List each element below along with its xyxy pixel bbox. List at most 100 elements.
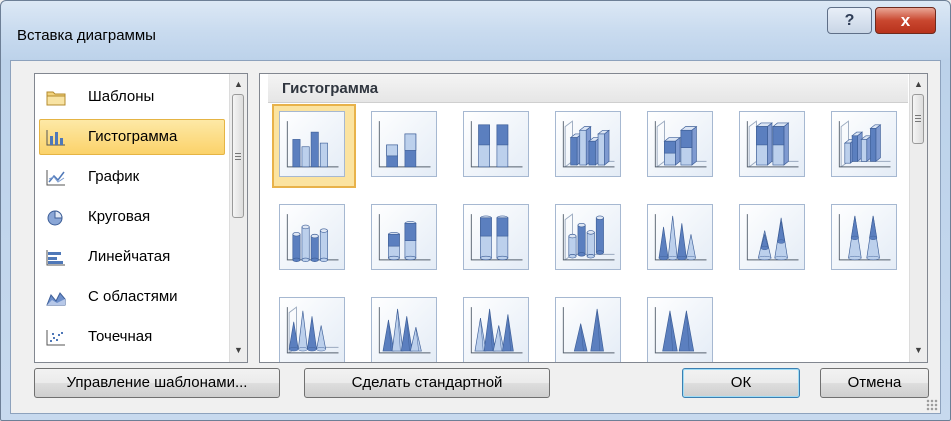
stacked-cone-icon xyxy=(739,204,805,270)
chart-type-thumbnail[interactable] xyxy=(548,290,632,362)
100-stacked-cone-icon xyxy=(831,204,897,270)
chart-gallery[interactable]: Гистограмма ▲ ▼ xyxy=(259,73,928,363)
thumbnail-graphic xyxy=(470,214,523,261)
category-label: Гистограмма xyxy=(88,128,178,145)
chart-type-thumbnail[interactable] xyxy=(640,104,724,188)
stacked-cylinder-icon xyxy=(371,204,437,270)
category-templates[interactable]: Шаблоны xyxy=(39,79,225,115)
category-label: С областями xyxy=(88,288,178,305)
category-pie[interactable]: Круговая xyxy=(39,199,225,235)
clustered-pyramid-icon xyxy=(371,297,437,362)
scatter-chart-icon xyxy=(46,330,65,346)
category-line[interactable]: График xyxy=(39,159,225,195)
thumbnail-graphic xyxy=(378,121,431,168)
gallery-scrollbar[interactable]: ▲ ▼ xyxy=(909,74,927,362)
chart-type-thumbnail[interactable] xyxy=(640,290,724,362)
3d-stacked-column-icon xyxy=(647,111,713,177)
category-label: Линейчатая xyxy=(88,248,171,265)
set-default-button[interactable]: Сделать стандартной xyxy=(304,368,550,398)
help-button[interactable]: ? xyxy=(827,7,872,34)
thumbnail-graphic xyxy=(286,121,339,168)
column-chart-icon xyxy=(46,130,65,146)
chart-type-thumbnail[interactable] xyxy=(272,290,356,362)
category-label: Круговая xyxy=(88,208,151,225)
thumbnail-graphic xyxy=(470,121,523,168)
ok-button[interactable]: ОК xyxy=(682,368,800,398)
3d-pyramid-icon xyxy=(647,297,713,362)
help-icon: ? xyxy=(844,12,855,29)
3d-cylinder-icon xyxy=(555,204,621,270)
thumbnail-graphic xyxy=(562,213,615,261)
grip-icon xyxy=(235,153,241,160)
3d-column-icon xyxy=(831,111,897,177)
manage-templates-button[interactable]: Управление шаблонами... xyxy=(34,368,280,398)
3d-100-stacked-column-icon xyxy=(739,111,805,177)
100-stacked-column-icon xyxy=(463,111,529,177)
100-stacked-cylinder-icon xyxy=(463,204,529,270)
cancel-button[interactable]: Отмена xyxy=(820,368,929,398)
category-column[interactable]: Гистограмма xyxy=(39,119,225,155)
chart-category-list[interactable]: Шаблоны Гистограмма График Круговая Лине… xyxy=(34,73,248,363)
chart-type-thumbnail[interactable] xyxy=(272,104,356,188)
line-chart-icon xyxy=(46,170,65,186)
stacked-column-icon xyxy=(371,111,437,177)
thumbnail-graphic xyxy=(838,214,891,261)
thumbnail-graphic xyxy=(838,120,891,168)
chart-type-thumbnail[interactable] xyxy=(456,197,540,281)
clustered-column-icon xyxy=(279,111,345,177)
category-bar[interactable]: Линейчатая xyxy=(39,239,225,275)
chart-type-thumbnail[interactable] xyxy=(732,197,816,281)
scroll-down-arrow-icon[interactable]: ▼ xyxy=(910,342,927,359)
scroll-thumb[interactable] xyxy=(232,94,244,218)
thumbnail-graphic xyxy=(378,214,431,261)
clustered-cylinder-icon xyxy=(279,204,345,270)
scroll-thumb[interactable] xyxy=(912,94,924,144)
chart-type-thumbnail[interactable] xyxy=(364,104,448,188)
chart-type-thumbnail[interactable] xyxy=(824,104,908,188)
close-button[interactable]: x xyxy=(875,7,936,34)
chart-type-thumbnail[interactable] xyxy=(364,197,448,281)
chart-type-thumbnail[interactable] xyxy=(456,290,540,362)
clustered-cone-icon xyxy=(647,204,713,270)
chart-type-thumbnail[interactable] xyxy=(824,197,908,281)
insert-chart-dialog: Вставка диаграммы ? x Шаблоны Гистограмм… xyxy=(0,0,951,421)
3d-cone-icon xyxy=(279,297,345,362)
bar-chart-icon xyxy=(46,250,65,266)
thumbnail-graphic xyxy=(746,214,799,261)
thumbnail-graphic xyxy=(378,307,431,354)
thumbnail-graphic xyxy=(470,307,523,354)
100-stacked-pyramid-icon xyxy=(555,297,621,362)
chart-type-thumbnail[interactable] xyxy=(456,104,540,188)
gallery-section-header: Гистограмма xyxy=(268,74,908,103)
title-bar[interactable]: Вставка диаграммы ? x xyxy=(1,1,950,61)
chart-type-thumbnail[interactable] xyxy=(732,104,816,188)
scroll-up-arrow-icon[interactable]: ▲ xyxy=(910,76,927,93)
thumbnail-graphic xyxy=(286,306,339,354)
category-label: Точечная xyxy=(88,328,153,345)
scroll-up-arrow-icon[interactable]: ▲ xyxy=(230,76,247,93)
section-title: Гистограмма xyxy=(282,80,379,97)
category-scatter[interactable]: Точечная xyxy=(39,319,225,355)
thumbnail-graphic xyxy=(562,307,615,354)
category-label: Шаблоны xyxy=(88,88,155,105)
thumbnail-graphic xyxy=(654,214,707,261)
thumbnail-graphic xyxy=(562,120,615,168)
chart-type-thumbnail[interactable] xyxy=(548,197,632,281)
close-icon: x xyxy=(900,11,911,30)
category-label: График xyxy=(88,168,140,185)
pie-chart-icon xyxy=(47,210,63,226)
category-scrollbar[interactable]: ▲ ▼ xyxy=(229,74,247,362)
dialog-title: Вставка диаграммы xyxy=(17,27,156,44)
thumbnail-graphic xyxy=(286,214,339,263)
stacked-pyramid-icon xyxy=(463,297,529,362)
folder-icon xyxy=(46,91,66,106)
chart-type-thumbnail[interactable] xyxy=(364,290,448,362)
category-area[interactable]: С областями xyxy=(39,279,225,315)
chart-type-thumbnail[interactable] xyxy=(548,104,632,188)
dialog-body: Шаблоны Гистограмма График Круговая Лине… xyxy=(10,60,941,414)
chart-type-thumbnail[interactable] xyxy=(272,197,356,281)
resize-grip-icon[interactable] xyxy=(926,399,938,411)
thumbnail-graphic xyxy=(654,307,707,354)
scroll-down-arrow-icon[interactable]: ▼ xyxy=(230,342,247,359)
chart-type-thumbnail[interactable] xyxy=(640,197,724,281)
